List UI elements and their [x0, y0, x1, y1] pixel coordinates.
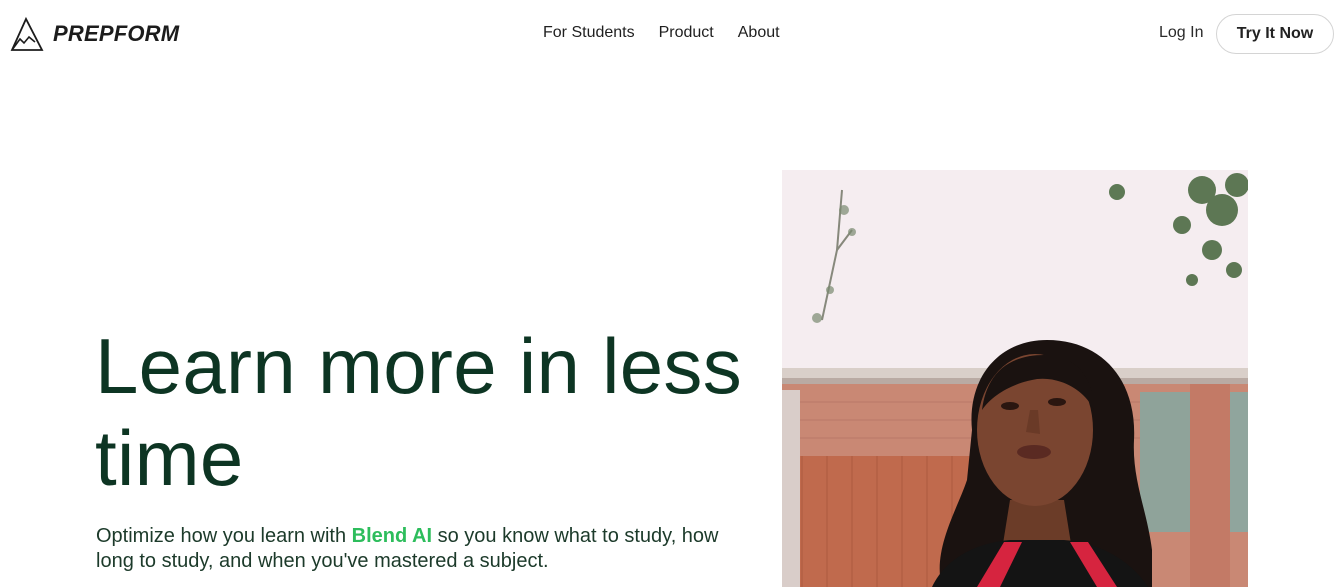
brand-logo[interactable]: PREPFORM	[9, 14, 179, 54]
hero-subtitle-lead: Optimize how you learn with	[96, 525, 352, 547]
hero-subtitle: Optimize how you learn with Blend AI so …	[96, 524, 746, 574]
brand-name: PREPFORM	[53, 21, 180, 46]
landing-page: PREPFORM For Students Product About Log …	[0, 0, 1335, 587]
student-portrait-image	[782, 170, 1248, 587]
blend-ai-highlight: Blend AI	[351, 525, 433, 547]
mountain-triangle-icon	[10, 16, 44, 51]
site-header: PREPFORM For Students Product About Log …	[0, 0, 1335, 67]
nav-link-about[interactable]: About	[738, 24, 780, 42]
try-it-now-button[interactable]: Try It Now	[1216, 14, 1334, 54]
nav-link-product[interactable]: Product	[659, 24, 714, 42]
main-nav: For Students Product About	[543, 24, 780, 42]
hero-photo	[782, 170, 1248, 587]
login-link[interactable]: Log In	[1159, 24, 1203, 42]
hero-title: Learn more in less time	[95, 322, 743, 502]
nav-link-for-students[interactable]: For Students	[543, 24, 635, 42]
